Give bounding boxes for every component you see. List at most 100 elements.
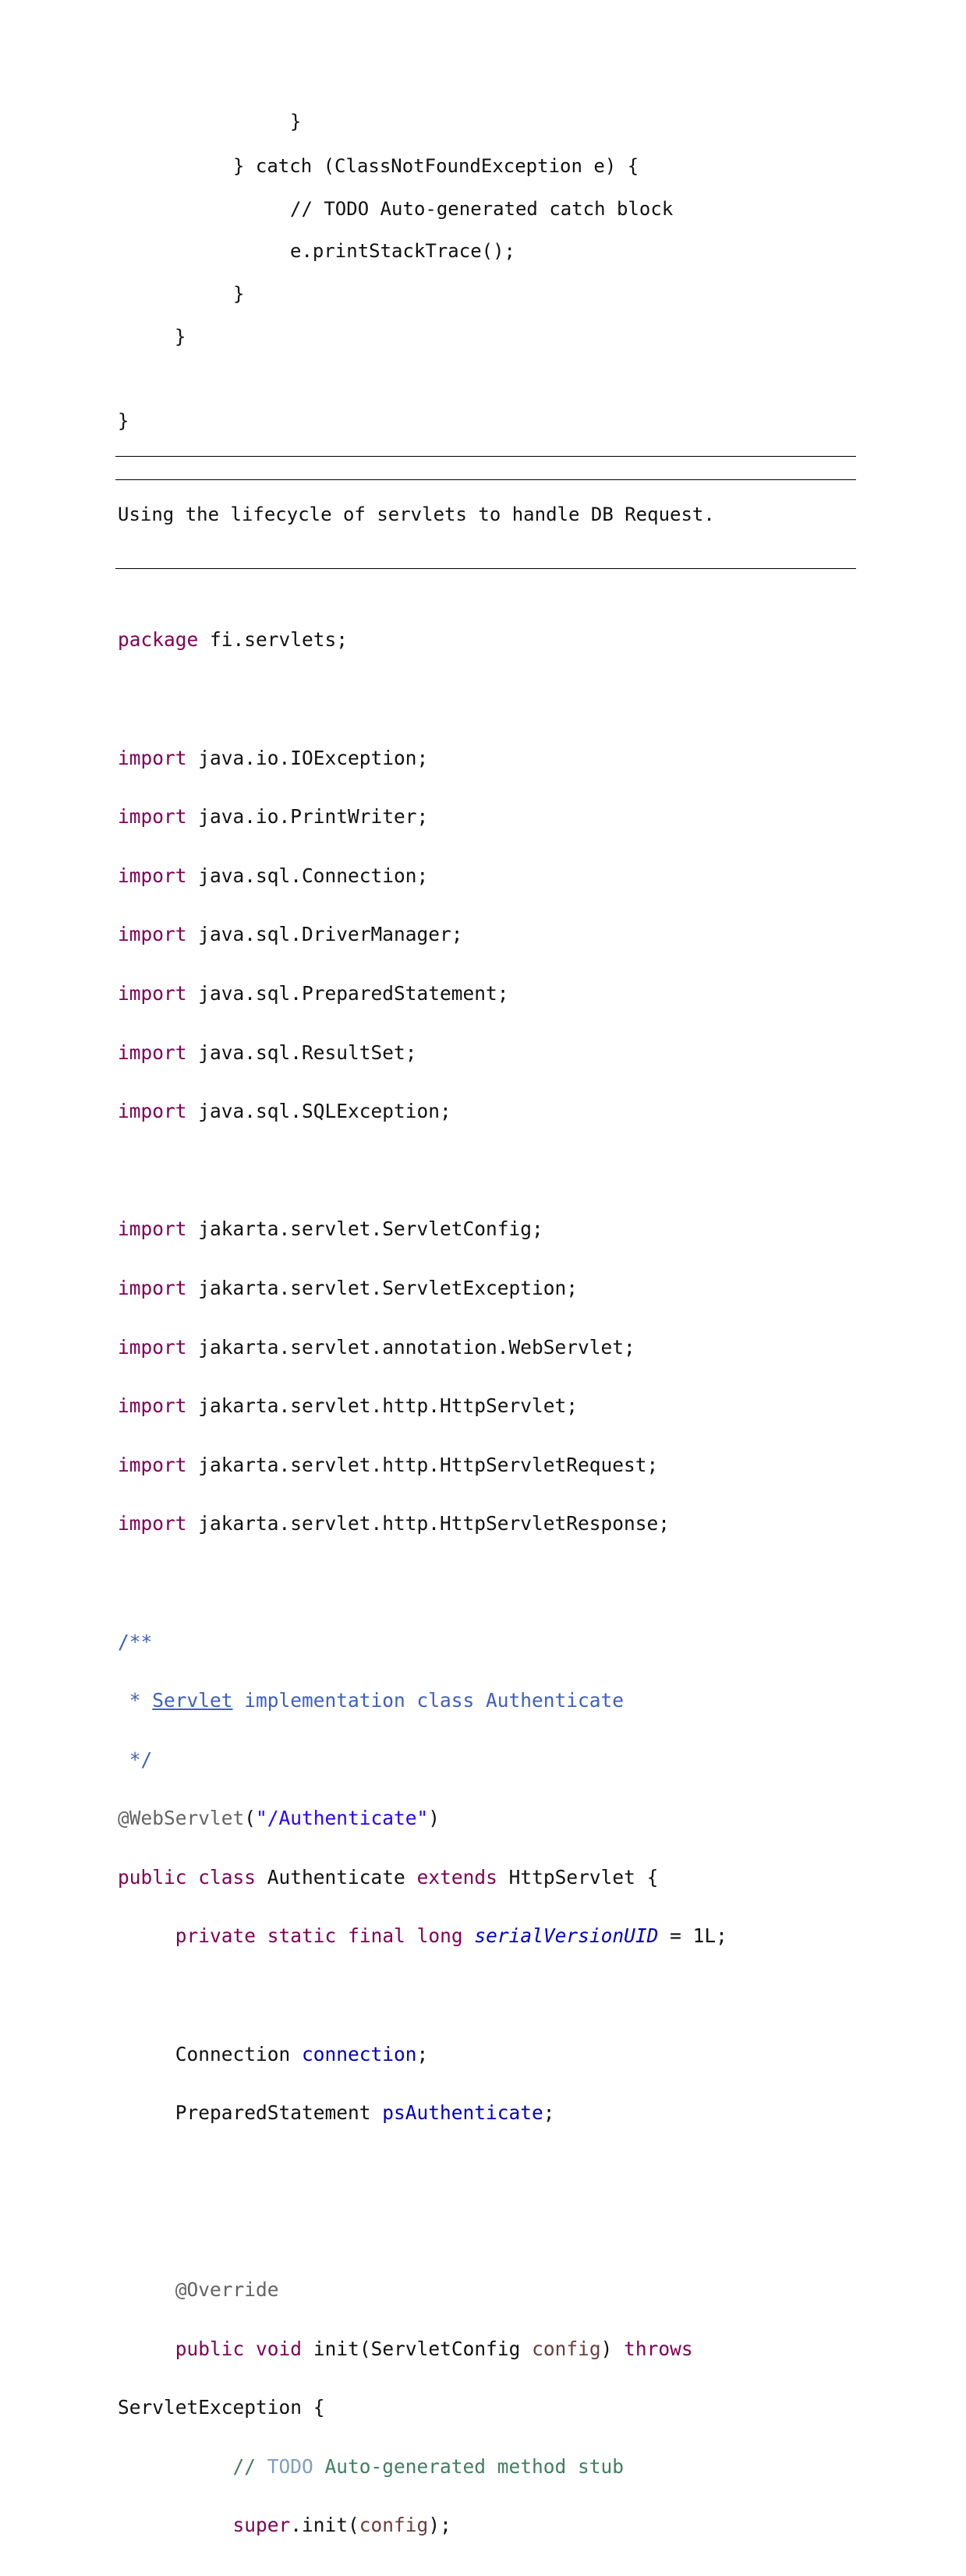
punctuation: ; [416,2042,429,2065]
javadoc-text: implementation class Authenticate [232,1689,625,1712]
import-path: java.sql.Connection; [186,864,429,887]
keyword: import [118,746,187,769]
keyword: final [348,1924,405,1948]
section-note: Using the lifecycle of servlets to handl… [118,504,715,525]
code-line-closing-brace-2: } [233,283,245,305]
punctuation: ) [428,1807,441,1830]
import-line: import jakarta.servlet.http.HttpServletR… [118,1455,727,1475]
import-path: jakarta.servlet.http.HttpServletRequest; [186,1453,659,1476]
horizontal-rule [115,456,856,457]
method-comment: // TODO Auto-generated method stub [118,2457,727,2476]
comment: // [232,2454,267,2478]
horizontal-rule [115,479,856,480]
code-listing: package fi.servlets; import java.io.IOEx… [118,591,727,2574]
import-path: java.sql.ResultSet; [186,1041,417,1064]
keyword: void [256,2337,303,2360]
import-line: import java.sql.DriverManager; [118,924,727,944]
javadoc-open: /** [118,1631,727,1652]
comment: Auto-generated method stub [313,2454,625,2478]
annotation-line: @WebServlet("/Authenticate") [118,1808,727,1828]
import-line: import java.sql.Connection; [118,866,727,885]
method-signature: init(ServletConfig [302,2337,533,2360]
override-annotation: @Override [118,2280,727,2299]
keyword: import [118,1335,187,1359]
field-name: psAuthenticate [382,2101,543,2125]
keyword: import [118,1394,187,1418]
import-line: import java.sql.SQLException; [118,1101,727,1121]
annotation: @WebServlet [118,1807,245,1830]
keyword: import [118,1041,187,1064]
horizontal-rule [115,568,856,569]
parameter: config [359,2514,429,2537]
class-declaration: public class Authenticate extends HttpSe… [118,1868,727,1887]
keyword: import [118,981,187,1005]
punctuation: ) [600,2337,625,2360]
todo-tag: TODO [267,2454,313,2478]
javadoc-link[interactable]: Servlet [152,1689,232,1712]
keyword: public [175,2337,245,2360]
keyword: import [118,1276,187,1299]
code-line-closing-brace-4: } [118,410,129,432]
throws-type: ServletException { [118,2398,727,2417]
import-path: jakarta.servlet.ServletConfig; [186,1217,543,1241]
import-path: jakarta.servlet.http.HttpServletResponse… [186,1512,671,1535]
serial-field: private static final long serialVersionU… [118,1926,727,1945]
annotation: @Override [175,2278,279,2302]
import-line: import java.io.PrintWriter; [118,807,727,826]
import-path: jakarta.servlet.annotation.WebServlet; [186,1335,635,1359]
keyword: super [232,2514,291,2537]
import-path: jakarta.servlet.ServletException; [186,1276,579,1299]
punctuation: ( [244,1807,257,1830]
javadoc-body: * Servlet implementation class Authentic… [118,1691,727,1710]
keyword: import [118,1100,187,1123]
keyword: extends [416,1865,497,1889]
import-path: java.io.IOException; [186,746,429,769]
init-signature: public void init(ServletConfig config) t… [118,2339,727,2359]
code-line-closing-brace-1: } [290,111,302,133]
import-line: import jakarta.servlet.http.HttpServletR… [118,1514,727,1533]
import-line: import java.io.IOException; [118,746,727,769]
keyword: import [118,923,187,946]
keyword: long [416,1924,463,1948]
document-page: } } catch (ClassNotFoundException e) { /… [0,0,966,2535]
keyword: import [118,864,187,887]
keyword: public [118,1865,187,1889]
exception-type: ServletException { [118,2396,325,2419]
statement-field: PreparedStatement psAuthenticate; [118,2103,727,2122]
keyword: private [175,1924,257,1948]
superclass: HttpServlet { [497,1865,659,1889]
import-line: import jakarta.servlet.ServletConfig; [118,1219,727,1239]
package-line: package fi.servlets; [118,630,727,649]
connection-field: Connection connection; [118,2044,727,2064]
punctuation: ); [428,2514,451,2537]
import-line: import java.sql.PreparedStatement; [118,984,727,1003]
import-line: import jakarta.servlet.annotation.WebSer… [118,1337,727,1357]
keyword: import [118,1217,187,1241]
keyword: class [198,1865,257,1889]
javadoc-marker: */ [118,1747,153,1771]
code-line-print-stack-trace: e.printStackTrace(); [290,240,515,262]
type-name: Connection [175,2042,303,2065]
import-path: java.sql.DriverManager; [186,923,463,946]
import-line: import jakarta.servlet.ServletException; [118,1278,727,1298]
static-field: serialVersionUID [474,1924,659,1948]
keyword: import [118,1453,187,1476]
import-path: java.io.PrintWriter; [186,805,429,829]
parameter: config [532,2337,601,2360]
field-value: = 1L; [658,1924,727,1948]
import-path: java.sql.SQLException; [186,1100,451,1123]
keyword: import [118,1512,187,1535]
type-name: PreparedStatement [175,2101,383,2125]
import-path: java.sql.PreparedStatement; [186,981,509,1005]
package-name: fi.servlets; [198,628,349,652]
import-path: jakarta.servlet.http.HttpServlet; [186,1394,579,1418]
javadoc-close: */ [118,1750,727,1769]
code-line-closing-brace-3: } [175,326,186,348]
import-line: import jakarta.servlet.http.HttpServlet; [118,1396,727,1415]
field-name: connection [302,2042,417,2065]
punctuation: ; [543,2101,555,2125]
